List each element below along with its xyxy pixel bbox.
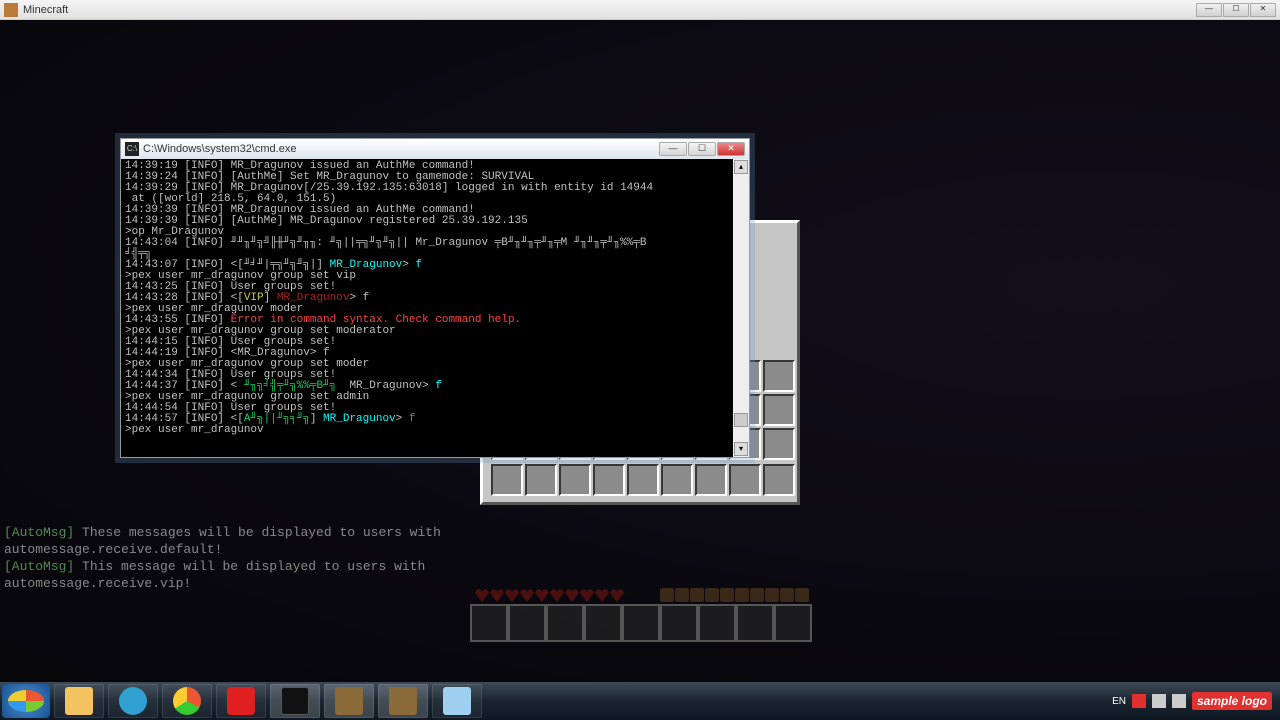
- cmd-minimize-button[interactable]: —: [659, 142, 687, 156]
- heart-icon: [595, 588, 609, 602]
- cmd-taskbar-icon: [281, 687, 309, 715]
- scroll-thumb[interactable]: [734, 413, 748, 427]
- food-icon: [780, 588, 794, 602]
- notes-icon: [443, 687, 471, 715]
- food-icon: [675, 588, 689, 602]
- inventory-slot[interactable]: [763, 428, 795, 460]
- tray-volume-icon[interactable]: [1172, 694, 1186, 708]
- maximize-button[interactable]: ☐: [1223, 3, 1249, 17]
- cmd-title: C:\Windows\system32\cmd.exe: [143, 143, 296, 155]
- chrome-icon: [173, 687, 201, 715]
- food-icon: [735, 588, 749, 602]
- hotbar-grid: [491, 464, 795, 496]
- chat-log: [AutoMsg] These messages will be display…: [4, 524, 441, 592]
- taskbar-item-minecraft[interactable]: [324, 684, 374, 718]
- taskbar-item-media[interactable]: [108, 684, 158, 718]
- food-icon: [720, 588, 734, 602]
- heart-icon: [565, 588, 579, 602]
- heart-icon: [490, 588, 504, 602]
- taskbar-item-explorer[interactable]: [54, 684, 104, 718]
- inventory-slot[interactable]: [763, 394, 795, 426]
- hotbar-slot[interactable]: [559, 464, 591, 496]
- taskbar-item-chrome[interactable]: [162, 684, 212, 718]
- hotbar-slot[interactable]: [729, 464, 761, 496]
- hotbar-slot[interactable]: [661, 464, 693, 496]
- cmd-output[interactable]: 14:39:19 [INFO] MR_Dragunov issued an Au…: [121, 159, 733, 457]
- hotbar-slot[interactable]: [593, 464, 625, 496]
- hotbar-slot[interactable]: [698, 604, 736, 642]
- game-viewport: [AutoMsg] These messages will be display…: [0, 20, 1280, 682]
- heart-icon: [550, 588, 564, 602]
- close-button[interactable]: ✕: [1250, 3, 1276, 17]
- taskbar-item-minecraft2[interactable]: [378, 684, 428, 718]
- inventory-slot[interactable]: [763, 360, 795, 392]
- cmd-titlebar[interactable]: C:\ C:\Windows\system32\cmd.exe — ☐ ✕: [121, 139, 749, 159]
- tray-language[interactable]: EN: [1112, 696, 1126, 707]
- health-bar: [475, 588, 624, 602]
- heart-icon: [535, 588, 549, 602]
- cmd-window[interactable]: C:\ C:\Windows\system32\cmd.exe — ☐ ✕ 14…: [120, 138, 750, 458]
- cmd-scrollbar[interactable]: ▴ ▾: [733, 159, 749, 457]
- tray-flag-icon[interactable]: [1132, 694, 1146, 708]
- taskbar-item-opera[interactable]: [216, 684, 266, 718]
- minecraft-icon: [389, 687, 417, 715]
- scroll-down-icon[interactable]: ▾: [734, 442, 748, 456]
- taskbar-item-notes[interactable]: [432, 684, 482, 718]
- hotbar-slot[interactable]: [622, 604, 660, 642]
- explorer-icon: [65, 687, 93, 715]
- start-button[interactable]: [2, 684, 50, 718]
- hotbar: [470, 604, 812, 644]
- hotbar-slot[interactable]: [763, 464, 795, 496]
- cmd-close-button[interactable]: ✕: [717, 142, 745, 156]
- minecraft-app-icon: [4, 3, 18, 17]
- food-icon: [690, 588, 704, 602]
- opera-icon: [227, 687, 255, 715]
- hotbar-slot[interactable]: [525, 464, 557, 496]
- hotbar-slot[interactable]: [470, 604, 508, 642]
- taskbar: EN sample logo: [0, 682, 1280, 720]
- hotbar-slot[interactable]: [546, 604, 584, 642]
- heart-icon: [505, 588, 519, 602]
- minecraft-title: Minecraft: [23, 4, 68, 16]
- food-icon: [765, 588, 779, 602]
- cmd-maximize-button[interactable]: ☐: [688, 142, 716, 156]
- hotbar-slot[interactable]: [491, 464, 523, 496]
- hotbar-slot[interactable]: [627, 464, 659, 496]
- cmd-line: 14:43:04 [INFO] ╜╜╖╜╗╝╟╫╜╗╜╖╖: ╜╗||╤╗╜╗╜…: [125, 238, 729, 249]
- food-icon: [705, 588, 719, 602]
- minecraft-icon: [335, 687, 363, 715]
- food-icon: [750, 588, 764, 602]
- taskbar-item-cmd[interactable]: [270, 684, 320, 718]
- hotbar-slot[interactable]: [774, 604, 812, 642]
- scroll-up-icon[interactable]: ▴: [734, 160, 748, 174]
- heart-icon: [520, 588, 534, 602]
- sample-logo-watermark: sample logo: [1192, 692, 1272, 710]
- cmd-icon: C:\: [125, 142, 139, 156]
- system-tray: EN sample logo: [1112, 692, 1278, 710]
- hotbar-slot[interactable]: [660, 604, 698, 642]
- hotbar-slot[interactable]: [508, 604, 546, 642]
- heart-icon: [610, 588, 624, 602]
- hotbar-slot[interactable]: [736, 604, 774, 642]
- chat-tag: [AutoMsg]: [4, 559, 74, 574]
- cmd-line: >pex user mr_dragunov: [125, 425, 729, 436]
- food-bar: [660, 588, 809, 602]
- media-icon: [119, 687, 147, 715]
- chat-tag: [AutoMsg]: [4, 525, 74, 540]
- minecraft-titlebar: Minecraft — ☐ ✕: [0, 0, 1280, 20]
- heart-icon: [580, 588, 594, 602]
- hotbar-slot[interactable]: [695, 464, 727, 496]
- heart-icon: [475, 588, 489, 602]
- hotbar-slot[interactable]: [584, 604, 622, 642]
- minimize-button[interactable]: —: [1196, 3, 1222, 17]
- food-icon: [660, 588, 674, 602]
- food-icon: [795, 588, 809, 602]
- tray-network-icon[interactable]: [1152, 694, 1166, 708]
